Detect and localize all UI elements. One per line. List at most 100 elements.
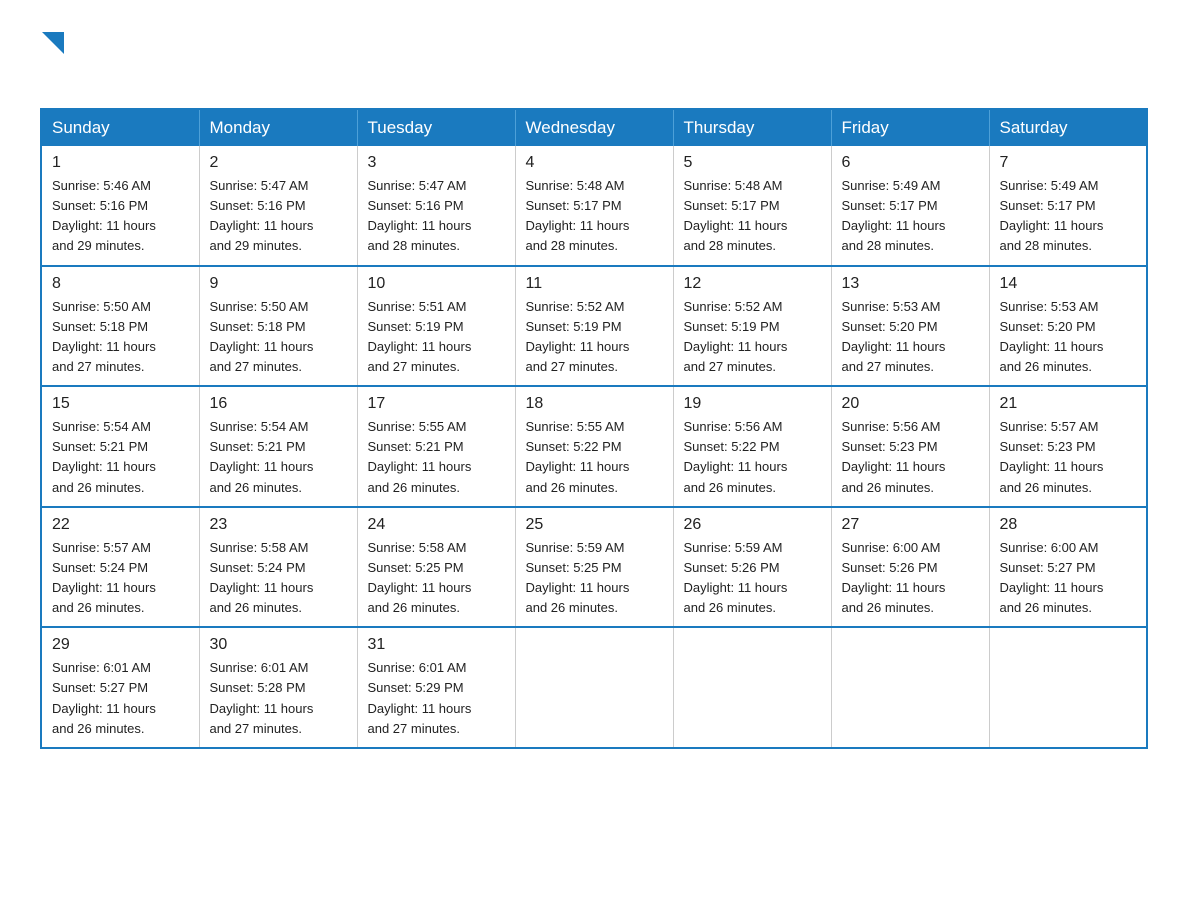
logo-triangle-icon: [42, 32, 64, 54]
day-info: Sunrise: 5:57 AMSunset: 5:23 PMDaylight:…: [1000, 417, 1137, 498]
day-number: 24: [368, 516, 505, 534]
calendar-cell: 4 Sunrise: 5:48 AMSunset: 5:17 PMDayligh…: [515, 146, 673, 266]
day-info: Sunrise: 5:59 AMSunset: 5:26 PMDaylight:…: [684, 538, 821, 619]
day-info: Sunrise: 5:48 AMSunset: 5:17 PMDaylight:…: [684, 176, 821, 257]
calendar-cell: 11 Sunrise: 5:52 AMSunset: 5:19 PMDaylig…: [515, 266, 673, 387]
calendar-cell: 3 Sunrise: 5:47 AMSunset: 5:16 PMDayligh…: [357, 146, 515, 266]
day-number: 26: [684, 516, 821, 534]
calendar-cell: 29 Sunrise: 6:01 AMSunset: 5:27 PMDaylig…: [41, 627, 199, 748]
calendar-cell: 13 Sunrise: 5:53 AMSunset: 5:20 PMDaylig…: [831, 266, 989, 387]
week-row-2: 8 Sunrise: 5:50 AMSunset: 5:18 PMDayligh…: [41, 266, 1147, 387]
calendar-cell: 17 Sunrise: 5:55 AMSunset: 5:21 PMDaylig…: [357, 386, 515, 507]
day-number: 1: [52, 154, 189, 172]
day-info: Sunrise: 5:57 AMSunset: 5:24 PMDaylight:…: [52, 538, 189, 619]
col-header-thursday: Thursday: [673, 109, 831, 146]
page-header: [40, 30, 1148, 88]
day-info: Sunrise: 5:52 AMSunset: 5:19 PMDaylight:…: [684, 297, 821, 378]
day-info: Sunrise: 5:58 AMSunset: 5:25 PMDaylight:…: [368, 538, 505, 619]
day-number: 22: [52, 516, 189, 534]
col-header-saturday: Saturday: [989, 109, 1147, 146]
calendar-cell: 21 Sunrise: 5:57 AMSunset: 5:23 PMDaylig…: [989, 386, 1147, 507]
calendar-cell: 22 Sunrise: 5:57 AMSunset: 5:24 PMDaylig…: [41, 507, 199, 628]
day-number: 6: [842, 154, 979, 172]
calendar-table: SundayMondayTuesdayWednesdayThursdayFrid…: [40, 108, 1148, 749]
day-number: 19: [684, 395, 821, 413]
day-info: Sunrise: 6:00 AMSunset: 5:27 PMDaylight:…: [1000, 538, 1137, 619]
day-info: Sunrise: 5:56 AMSunset: 5:22 PMDaylight:…: [684, 417, 821, 498]
logo: [40, 30, 64, 88]
calendar-cell: 30 Sunrise: 6:01 AMSunset: 5:28 PMDaylig…: [199, 627, 357, 748]
calendar-cell: 31 Sunrise: 6:01 AMSunset: 5:29 PMDaylig…: [357, 627, 515, 748]
day-info: Sunrise: 6:01 AMSunset: 5:29 PMDaylight:…: [368, 658, 505, 739]
calendar-cell: 27 Sunrise: 6:00 AMSunset: 5:26 PMDaylig…: [831, 507, 989, 628]
calendar-cell: [515, 627, 673, 748]
day-info: Sunrise: 5:50 AMSunset: 5:18 PMDaylight:…: [52, 297, 189, 378]
calendar-cell: 18 Sunrise: 5:55 AMSunset: 5:22 PMDaylig…: [515, 386, 673, 507]
calendar-cell: 23 Sunrise: 5:58 AMSunset: 5:24 PMDaylig…: [199, 507, 357, 628]
calendar-cell: 7 Sunrise: 5:49 AMSunset: 5:17 PMDayligh…: [989, 146, 1147, 266]
calendar-cell: 1 Sunrise: 5:46 AMSunset: 5:16 PMDayligh…: [41, 146, 199, 266]
day-info: Sunrise: 5:51 AMSunset: 5:19 PMDaylight:…: [368, 297, 505, 378]
day-info: Sunrise: 5:58 AMSunset: 5:24 PMDaylight:…: [210, 538, 347, 619]
calendar-cell: 25 Sunrise: 5:59 AMSunset: 5:25 PMDaylig…: [515, 507, 673, 628]
day-number: 21: [1000, 395, 1137, 413]
day-number: 8: [52, 275, 189, 293]
day-info: Sunrise: 5:49 AMSunset: 5:17 PMDaylight:…: [842, 176, 979, 257]
calendar-cell: 6 Sunrise: 5:49 AMSunset: 5:17 PMDayligh…: [831, 146, 989, 266]
calendar-cell: 10 Sunrise: 5:51 AMSunset: 5:19 PMDaylig…: [357, 266, 515, 387]
col-header-tuesday: Tuesday: [357, 109, 515, 146]
day-number: 10: [368, 275, 505, 293]
day-info: Sunrise: 6:01 AMSunset: 5:27 PMDaylight:…: [52, 658, 189, 739]
day-number: 27: [842, 516, 979, 534]
day-number: 9: [210, 275, 347, 293]
day-info: Sunrise: 5:46 AMSunset: 5:16 PMDaylight:…: [52, 176, 189, 257]
week-row-5: 29 Sunrise: 6:01 AMSunset: 5:27 PMDaylig…: [41, 627, 1147, 748]
day-info: Sunrise: 5:56 AMSunset: 5:23 PMDaylight:…: [842, 417, 979, 498]
calendar-cell: 8 Sunrise: 5:50 AMSunset: 5:18 PMDayligh…: [41, 266, 199, 387]
day-number: 4: [526, 154, 663, 172]
day-info: Sunrise: 6:00 AMSunset: 5:26 PMDaylight:…: [842, 538, 979, 619]
day-number: 29: [52, 636, 189, 654]
calendar-cell: [673, 627, 831, 748]
day-info: Sunrise: 6:01 AMSunset: 5:28 PMDaylight:…: [210, 658, 347, 739]
calendar-cell: 28 Sunrise: 6:00 AMSunset: 5:27 PMDaylig…: [989, 507, 1147, 628]
day-info: Sunrise: 5:54 AMSunset: 5:21 PMDaylight:…: [210, 417, 347, 498]
day-number: 30: [210, 636, 347, 654]
week-row-4: 22 Sunrise: 5:57 AMSunset: 5:24 PMDaylig…: [41, 507, 1147, 628]
col-header-sunday: Sunday: [41, 109, 199, 146]
day-number: 23: [210, 516, 347, 534]
day-number: 31: [368, 636, 505, 654]
col-header-monday: Monday: [199, 109, 357, 146]
day-info: Sunrise: 5:50 AMSunset: 5:18 PMDaylight:…: [210, 297, 347, 378]
calendar-cell: 20 Sunrise: 5:56 AMSunset: 5:23 PMDaylig…: [831, 386, 989, 507]
calendar-cell: 16 Sunrise: 5:54 AMSunset: 5:21 PMDaylig…: [199, 386, 357, 507]
col-header-wednesday: Wednesday: [515, 109, 673, 146]
calendar-cell: 24 Sunrise: 5:58 AMSunset: 5:25 PMDaylig…: [357, 507, 515, 628]
day-number: 7: [1000, 154, 1137, 172]
day-info: Sunrise: 5:47 AMSunset: 5:16 PMDaylight:…: [210, 176, 347, 257]
day-number: 16: [210, 395, 347, 413]
day-info: Sunrise: 5:54 AMSunset: 5:21 PMDaylight:…: [52, 417, 189, 498]
calendar-cell: 12 Sunrise: 5:52 AMSunset: 5:19 PMDaylig…: [673, 266, 831, 387]
calendar-cell: 5 Sunrise: 5:48 AMSunset: 5:17 PMDayligh…: [673, 146, 831, 266]
day-info: Sunrise: 5:55 AMSunset: 5:22 PMDaylight:…: [526, 417, 663, 498]
calendar-cell: [989, 627, 1147, 748]
day-info: Sunrise: 5:59 AMSunset: 5:25 PMDaylight:…: [526, 538, 663, 619]
day-number: 5: [684, 154, 821, 172]
day-number: 12: [684, 275, 821, 293]
day-info: Sunrise: 5:52 AMSunset: 5:19 PMDaylight:…: [526, 297, 663, 378]
calendar-cell: [831, 627, 989, 748]
week-row-3: 15 Sunrise: 5:54 AMSunset: 5:21 PMDaylig…: [41, 386, 1147, 507]
day-info: Sunrise: 5:55 AMSunset: 5:21 PMDaylight:…: [368, 417, 505, 498]
day-number: 20: [842, 395, 979, 413]
day-number: 15: [52, 395, 189, 413]
calendar-cell: 14 Sunrise: 5:53 AMSunset: 5:20 PMDaylig…: [989, 266, 1147, 387]
day-number: 3: [368, 154, 505, 172]
calendar-cell: 2 Sunrise: 5:47 AMSunset: 5:16 PMDayligh…: [199, 146, 357, 266]
day-number: 13: [842, 275, 979, 293]
day-number: 18: [526, 395, 663, 413]
day-info: Sunrise: 5:53 AMSunset: 5:20 PMDaylight:…: [842, 297, 979, 378]
day-info: Sunrise: 5:53 AMSunset: 5:20 PMDaylight:…: [1000, 297, 1137, 378]
calendar-header-row: SundayMondayTuesdayWednesdayThursdayFrid…: [41, 109, 1147, 146]
day-info: Sunrise: 5:47 AMSunset: 5:16 PMDaylight:…: [368, 176, 505, 257]
